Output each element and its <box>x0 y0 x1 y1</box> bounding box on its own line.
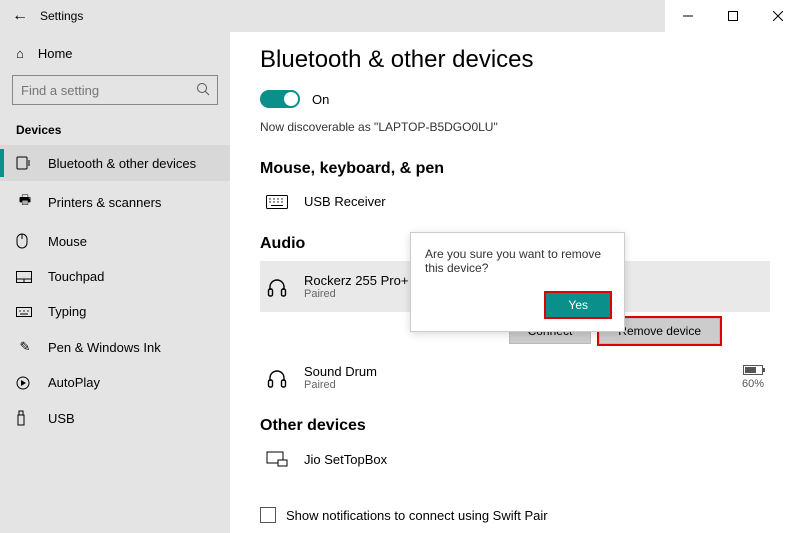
device-status: Paired <box>304 288 408 300</box>
device-usb-receiver[interactable]: USB Receiver <box>260 186 770 217</box>
device-sound-drum[interactable]: Sound Drum Paired 60% <box>260 356 770 399</box>
nav-usb[interactable]: USB <box>0 400 230 436</box>
device-name: Jio SetTopBox <box>304 452 387 467</box>
section-header: Devices <box>0 113 230 145</box>
headphones-icon <box>266 367 290 389</box>
checkbox[interactable] <box>260 507 276 523</box>
search-icon <box>196 82 210 96</box>
close-button[interactable] <box>755 0 800 32</box>
home-label: Home <box>38 46 73 61</box>
nav-printers[interactable]: 🖶 Printers & scanners <box>0 181 230 223</box>
sidebar: ⌂ Home Devices Bluetooth & other devices… <box>0 32 230 533</box>
keyboard-icon <box>266 195 290 209</box>
keyboard-icon <box>16 307 34 317</box>
printer-icon: 🖶 <box>16 191 34 213</box>
nav-bluetooth[interactable]: Bluetooth & other devices <box>0 145 230 181</box>
settop-icon <box>266 451 290 467</box>
device-jio[interactable]: Jio SetTopBox <box>260 443 770 475</box>
checkbox-label: Show notifications to connect using Swif… <box>286 508 548 523</box>
confirm-popup: Are you sure you want to remove this dev… <box>410 232 625 332</box>
titlebar: ← Settings <box>0 0 800 32</box>
touchpad-icon <box>16 271 34 283</box>
usb-icon <box>16 410 34 426</box>
nav-label: AutoPlay <box>48 375 100 390</box>
battery-icon <box>743 365 763 375</box>
nav-pen[interactable]: ✎ Pen & Windows Ink <box>0 329 230 365</box>
discoverable-text: Now discoverable as "LAPTOP-B5DGO0LU" <box>260 120 770 134</box>
nav-mouse[interactable]: Mouse <box>0 223 230 259</box>
home-icon: ⌂ <box>16 46 24 61</box>
bluetooth-icon <box>16 155 34 171</box>
nav-typing[interactable]: Typing <box>0 294 230 329</box>
maximize-button[interactable] <box>710 0 755 32</box>
yes-button[interactable]: Yes <box>546 293 610 317</box>
section-other: Other devices <box>260 417 770 435</box>
nav-label: Printers & scanners <box>48 195 161 210</box>
close-icon <box>773 11 783 21</box>
window-title: Settings <box>40 9 83 23</box>
search-input[interactable] <box>12 75 218 105</box>
autoplay-icon <box>16 376 34 390</box>
nav-autoplay[interactable]: AutoPlay <box>0 365 230 400</box>
bluetooth-toggle[interactable] <box>260 90 300 108</box>
mouse-icon <box>16 233 34 249</box>
home-link[interactable]: ⌂ Home <box>0 38 230 69</box>
nav-label: Mouse <box>48 234 87 249</box>
nav-label: Typing <box>48 304 86 319</box>
battery-indicator: 60% <box>742 365 764 390</box>
page-title: Bluetooth & other devices <box>260 46 770 74</box>
headphones-icon <box>266 276 290 298</box>
minimize-icon <box>683 11 693 21</box>
nav-label: Bluetooth & other devices <box>48 156 196 171</box>
toggle-label: On <box>312 92 329 107</box>
section-mouse-keyboard: Mouse, keyboard, & pen <box>260 160 770 178</box>
maximize-icon <box>728 11 738 21</box>
nav-label: USB <box>48 411 75 426</box>
swift-pair-checkbox-row[interactable]: Show notifications to connect using Swif… <box>260 493 770 523</box>
back-button[interactable]: ← <box>0 7 40 25</box>
device-name: USB Receiver <box>304 194 386 209</box>
nav-label: Touchpad <box>48 269 104 284</box>
battery-percent: 60% <box>742 378 764 390</box>
device-status: Paired <box>304 379 377 391</box>
device-name: Rockerz 255 Pro+ <box>304 273 408 288</box>
nav-touchpad[interactable]: Touchpad <box>0 259 230 294</box>
minimize-button[interactable] <box>665 0 710 32</box>
device-name: Sound Drum <box>304 364 377 379</box>
popup-message: Are you sure you want to remove this dev… <box>425 247 610 275</box>
nav-label: Pen & Windows Ink <box>48 340 161 355</box>
pen-icon: ✎ <box>16 339 34 355</box>
